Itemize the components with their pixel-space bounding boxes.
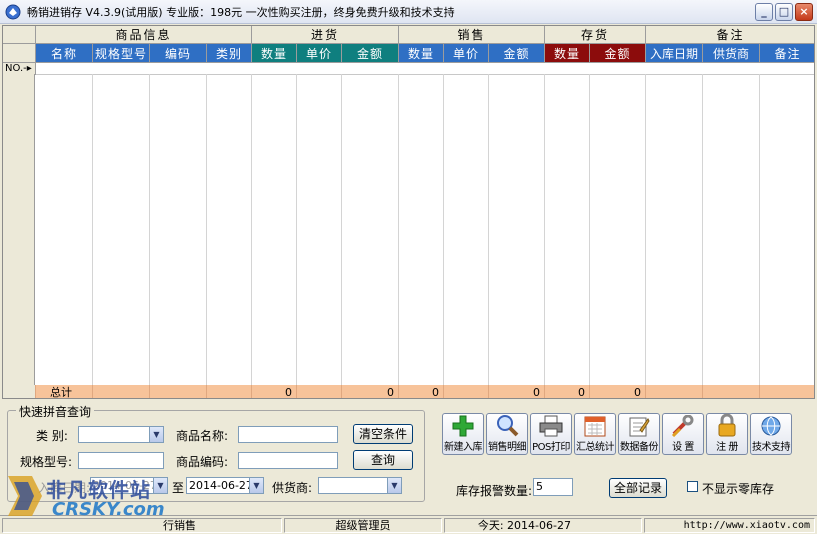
clear-conditions-button[interactable]: 清空条件 [353,424,413,444]
category-select[interactable]: ▼ [78,426,164,443]
printer-icon [538,414,564,437]
group-header-stock: 存货 [545,26,646,44]
supplier-label: 供货商: [272,481,313,495]
inventory-grid[interactable]: 商品信息 进货 销售 存货 备注 名称 规格型号 编码 类别 数量 单价 金额 … [2,25,815,399]
search-button[interactable]: 查询 [353,450,413,470]
maximize-button[interactable]: □ [775,3,793,21]
group-header-remarks: 备注 [646,26,814,44]
plus-icon [450,414,476,437]
hide-zero-stock-checkbox[interactable] [687,481,698,492]
calendar-icon [582,414,608,437]
col-header-purchase-qty[interactable]: 数量 [252,44,297,63]
col-header-purchase-price[interactable]: 单价 [297,44,342,63]
grid-corner [3,26,36,44]
watermark: 非凡软件站 CRSKY.com [4,468,165,528]
product-code-label: 商品编码: [176,455,229,469]
product-name-input[interactable] [238,426,338,443]
group-header-sales: 销售 [399,26,545,44]
totals-row: 总计 0 0 0 0 0 0 [3,385,814,398]
lock-icon [714,413,740,437]
total-sales-amount: 0 [489,385,545,398]
totals-label: 总计 [36,385,93,398]
product-name-label: 商品名称: [176,429,229,443]
window-title: 畅销进销存 V4.3.9(试用版) 专业版：198元 一次性购买注册，终身免费升… [27,5,455,19]
col-header-sales-amount[interactable]: 金额 [489,44,545,63]
col-header-name[interactable]: 名称 [36,44,93,63]
globe-icon [758,414,784,437]
status-user: 超级管理员 [284,518,442,533]
function-toolbar: 新建入库 销售明细 POS打印 汇总统计 数据备份 设 置 注 册 技术支持 [442,413,792,455]
status-url: http://www.xiaotv.com [644,518,815,533]
stock-alert-label: 库存报警数量: [456,484,533,498]
watermark-text-en: CRSKY.com [52,499,165,520]
tech-support-button[interactable]: 技术支持 [750,413,792,455]
col-header-sales-qty[interactable]: 数量 [399,44,444,63]
col-header-purchase-amount[interactable]: 金额 [342,44,399,63]
title-bar: 畅销进销存 V4.3.9(试用版) 专业版：198元 一次性购买注册，终身免费升… [0,0,817,24]
status-today: 今天: 2014-06-27 [444,518,642,533]
pos-print-button[interactable]: POS打印 [530,413,572,455]
settings-button[interactable]: 设 置 [662,413,704,455]
category-label: 类 别: [36,429,68,443]
summary-stats-button[interactable]: 汇总统计 [574,413,616,455]
new-inbound-button[interactable]: 新建入库 [442,413,484,455]
chevron-down-icon[interactable]: ▼ [387,478,401,493]
all-records-button[interactable]: 全部记录 [609,478,667,498]
col-header-supplier[interactable]: 供货商 [703,44,760,63]
col-header-category[interactable]: 类别 [207,44,252,63]
date-to-label: 至 [172,481,185,495]
date-to-picker[interactable]: 2014-06-27 ▼ [186,477,264,494]
close-button[interactable]: × [795,3,813,21]
col-header-inbound-date[interactable]: 入库日期 [646,44,703,63]
total-purchase-amount: 0 [342,385,399,398]
watermark-logo-icon [8,476,42,516]
grid-corner-sub [3,44,36,63]
minimize-button[interactable]: _ [755,3,773,21]
group-header-purchase: 进货 [252,26,399,44]
stock-alert-input[interactable]: 5 [533,478,573,496]
hide-zero-stock-label: 不显示零库存 [702,482,775,496]
supplier-select[interactable]: ▼ [318,477,402,494]
col-header-spec[interactable]: 规格型号 [93,44,150,63]
chevron-down-icon[interactable]: ▼ [149,427,163,442]
total-stock-amount: 0 [590,385,646,398]
total-sales-qty: 0 [399,385,444,398]
magnifier-icon [494,413,520,437]
col-header-stock-qty[interactable]: 数量 [545,44,590,63]
total-stock-qty: 0 [545,385,590,398]
backup-icon [626,414,652,437]
chevron-down-icon[interactable]: ▼ [249,478,263,493]
sales-detail-button[interactable]: 销售明细 [486,413,528,455]
col-header-code[interactable]: 编码 [150,44,207,63]
product-code-input[interactable] [238,452,338,469]
group-header-product-info: 商品信息 [36,26,252,44]
data-backup-button[interactable]: 数据备份 [618,413,660,455]
row-header-column [3,74,35,386]
register-button[interactable]: 注 册 [706,413,748,455]
col-header-stock-amount[interactable]: 金额 [590,44,646,63]
app-logo-icon [5,4,21,19]
wrench-icon [670,414,696,437]
total-purchase-qty: 0 [252,385,297,398]
col-header-sales-price[interactable]: 单价 [444,44,489,63]
quick-query-title: 快速拼音查询 [16,403,95,420]
spec-input[interactable] [78,452,164,469]
col-header-remarks[interactable]: 备注 [760,44,814,63]
